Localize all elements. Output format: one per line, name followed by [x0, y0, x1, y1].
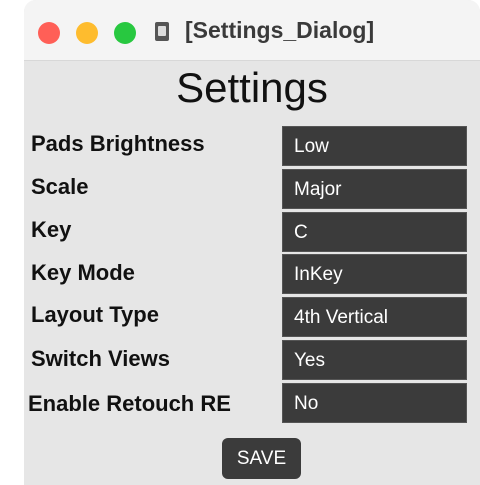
key-field[interactable]: C: [282, 212, 467, 252]
settings-heading: Settings: [176, 64, 328, 111]
document-icon: [155, 22, 169, 41]
pads-brightness-field[interactable]: Low: [282, 126, 467, 166]
window-title: [Settings_Dialog]: [185, 17, 375, 43]
switch-views-label: Switch Views: [31, 346, 170, 371]
enable-retouch-re-label: Enable Retouch RE: [28, 391, 231, 416]
layout-type-label: Layout Type: [31, 302, 159, 327]
pads-brightness-label: Pads Brightness: [31, 131, 205, 156]
minimize-window-button[interactable]: [76, 22, 98, 44]
enable-retouch-re-field[interactable]: No: [282, 383, 467, 423]
maximize-window-button[interactable]: [114, 22, 136, 44]
title-bar[interactable]: [Settings_Dialog]: [24, 0, 480, 61]
scale-label: Scale: [31, 174, 89, 199]
scale-field[interactable]: Major: [282, 169, 467, 209]
key-label: Key: [31, 217, 72, 242]
save-button[interactable]: SAVE: [222, 438, 301, 479]
settings-window: [Settings_Dialog] Settings Pads Brightne…: [24, 0, 480, 485]
key-mode-field[interactable]: InKey: [282, 254, 467, 294]
key-mode-label: Key Mode: [31, 260, 135, 285]
close-window-button[interactable]: [38, 22, 60, 44]
switch-views-field[interactable]: Yes: [282, 340, 467, 380]
layout-type-field[interactable]: 4th Vertical: [282, 297, 467, 337]
